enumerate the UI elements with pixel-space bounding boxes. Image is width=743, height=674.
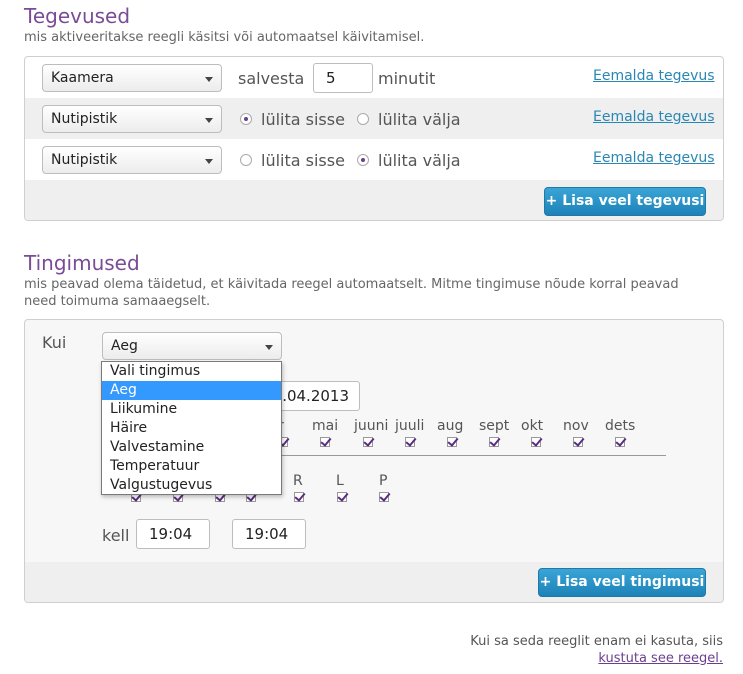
minutes-unit-label: minutit <box>378 69 436 88</box>
dropdown-option[interactable]: Temperatuur <box>102 457 281 476</box>
device-select-value: Nutipistik <box>51 111 118 127</box>
add-action-button[interactable]: + Lisa veel tegevusi <box>544 187 706 216</box>
month-checkbox[interactable] <box>363 437 373 447</box>
radio-switch-on[interactable] <box>240 113 252 125</box>
month-checkbox[interactable] <box>489 437 499 447</box>
conditions-subtitle-line1: mis peavad olema täidetud, et käivitada … <box>24 277 679 292</box>
delete-note: Kui sa seda reeglit enam ei kasuta, siis <box>470 634 723 649</box>
month-label: dets <box>605 418 636 434</box>
delete-rule-link[interactable]: kustuta see reegel. <box>598 651 723 666</box>
actions-footer: + Lisa veel tegevusi <box>25 180 723 220</box>
save-label: salvesta <box>238 69 305 88</box>
dropdown-option-selected[interactable]: Aeg <box>102 381 281 400</box>
weekday-label: L <box>336 473 344 489</box>
minutes-input[interactable]: 5 <box>313 63 373 93</box>
time-to-input[interactable]: 19:04 <box>232 519 306 549</box>
radio-switch-off[interactable] <box>357 154 369 166</box>
actions-panel: Kaamera salvesta 5 minutit Eemalda tegev… <box>24 56 724 221</box>
condition-type-select[interactable]: Aeg <box>102 332 282 360</box>
device-select-value: Nutipistik <box>51 152 118 168</box>
remove-action-link[interactable]: Eemalda tegevus <box>593 68 715 84</box>
dropdown-option[interactable]: Vali tingimus <box>102 362 281 381</box>
conditions-footer: + Lisa veel tingimusi <box>25 562 723 602</box>
chevron-down-icon <box>265 345 273 350</box>
chevron-down-icon <box>205 118 213 123</box>
action-row-camera: Kaamera salvesta 5 minutit Eemalda tegev… <box>25 57 723 98</box>
device-select-value: Kaamera <box>51 70 114 86</box>
month-checkbox[interactable] <box>573 437 583 447</box>
device-select[interactable]: Nutipistik <box>42 105 222 133</box>
month-label: okt <box>521 418 544 434</box>
remove-action-link[interactable]: Eemalda tegevus <box>593 109 715 125</box>
weekday-label: P <box>379 473 388 489</box>
dropdown-option[interactable]: Häire <box>102 419 281 438</box>
device-select[interactable]: Kaamera <box>42 64 222 92</box>
switch-on-label: lülita sisse <box>261 151 345 170</box>
condition-type-dropdown[interactable]: Vali tingimus Aeg Liikumine Häire Valves… <box>101 361 282 495</box>
add-condition-button[interactable]: + Lisa veel tingimusi <box>538 568 706 597</box>
weekday-checkbox[interactable] <box>379 492 389 502</box>
time-from-input[interactable]: 19:04 <box>136 519 210 549</box>
switch-off-label: lülita välja <box>378 151 461 170</box>
dropdown-option[interactable]: Liikumine <box>102 400 281 419</box>
switch-on-label: lülita sisse <box>261 110 345 129</box>
action-row-plug-2: Nutipistik lülita sisse lülita välja Eem… <box>25 139 723 180</box>
actions-subtitle: mis aktiveeritakse reegli käsitsi või au… <box>24 30 425 45</box>
month-label: aug <box>437 418 464 434</box>
dropdown-option[interactable]: Valvestamine <box>102 438 281 457</box>
month-label: sept <box>479 418 510 434</box>
condition-type-value: Aeg <box>111 338 138 354</box>
chevron-down-icon <box>205 159 213 164</box>
device-select[interactable]: Nutipistik <box>42 146 222 174</box>
conditions-subtitle-line2: need toimuma samaaegselt. <box>24 294 211 309</box>
conditions-title: Tingimused <box>24 251 140 275</box>
month-checkbox[interactable] <box>531 437 541 447</box>
month-checkbox[interactable] <box>447 437 457 447</box>
weekday-checkbox[interactable] <box>294 492 304 502</box>
month-checkbox[interactable] <box>320 437 330 447</box>
when-label: Kui <box>42 333 67 352</box>
dropdown-option[interactable]: Valgustugevus <box>102 476 281 495</box>
divider <box>265 455 666 456</box>
actions-title: Tegevused <box>24 4 131 28</box>
month-label: nov <box>563 418 589 434</box>
remove-action-link[interactable]: Eemalda tegevus <box>593 150 715 166</box>
action-row-plug-1: Nutipistik lülita sisse lülita välja Eem… <box>25 98 723 139</box>
weekday-label: R <box>293 473 303 489</box>
chevron-down-icon <box>205 77 213 82</box>
weekday-checkbox[interactable] <box>337 492 347 502</box>
radio-switch-off[interactable] <box>357 113 369 125</box>
month-label: mai <box>312 418 339 434</box>
month-label: juuli <box>395 418 425 434</box>
month-checkbox[interactable] <box>405 437 415 447</box>
radio-switch-on[interactable] <box>240 154 252 166</box>
month-label: juuni <box>354 418 389 434</box>
switch-off-label: lülita välja <box>378 110 461 129</box>
time-label: kell <box>102 526 130 545</box>
month-checkbox[interactable] <box>615 437 625 447</box>
